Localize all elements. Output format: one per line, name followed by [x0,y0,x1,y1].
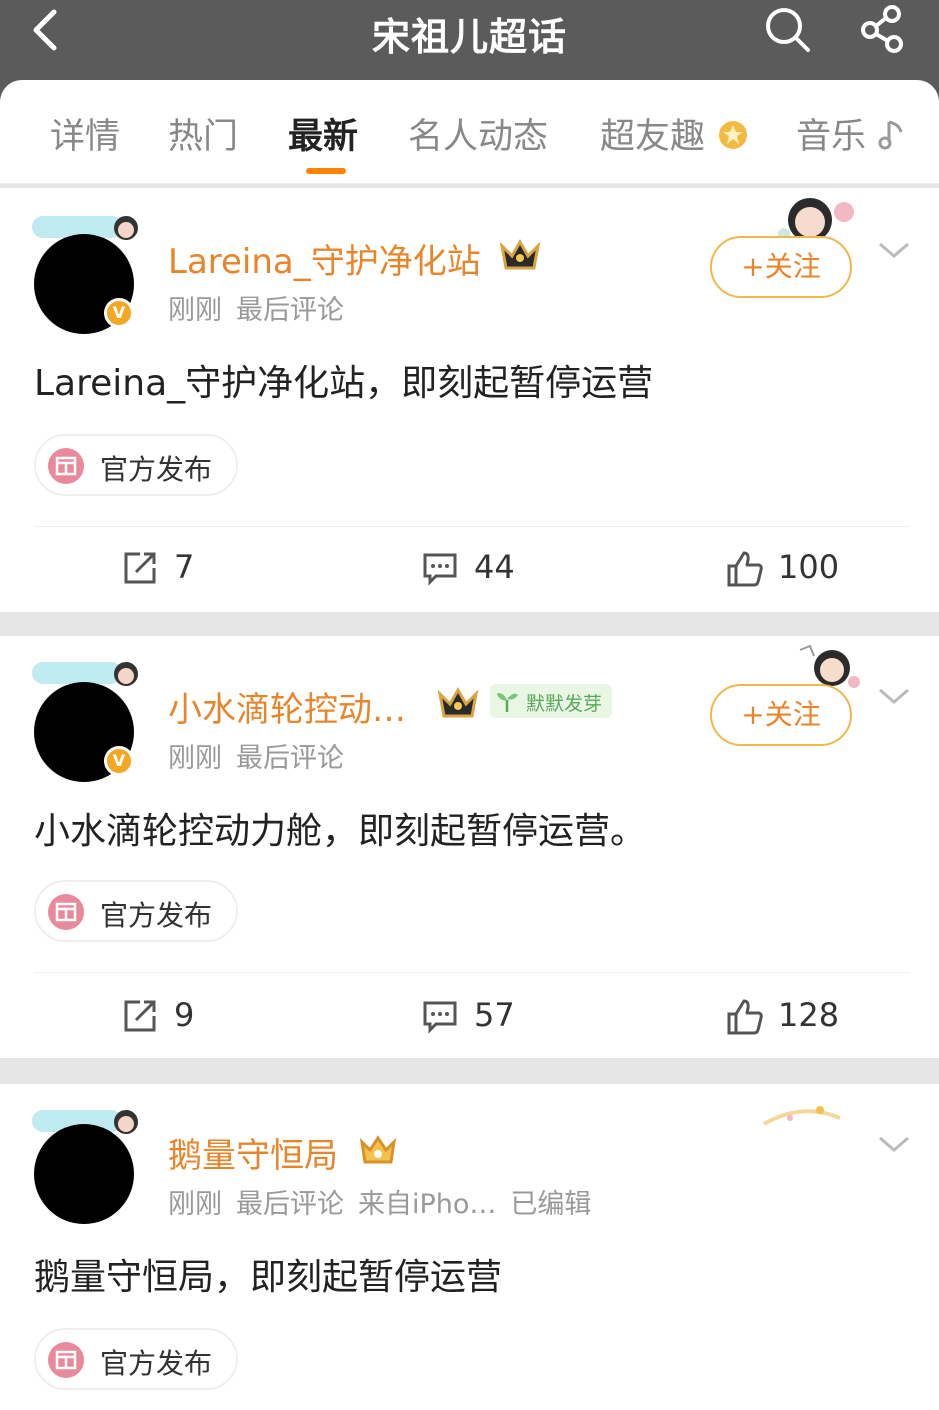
follow-button[interactable]: +关注 [710,684,852,746]
chevron-down-icon[interactable] [876,238,912,262]
tab-detail[interactable]: 详情 [50,108,120,159]
post-last-comment: 最后评论 [236,743,344,774]
comment-button[interactable]: 44 [422,548,562,588]
tab-super-fun[interactable]: 超友趣 [600,108,750,159]
official-tag-icon [48,1342,84,1378]
chevron-down-icon[interactable] [876,684,912,708]
comment-icon [423,553,457,586]
divider [34,972,910,973]
post-last-comment: 最后评论 [236,1189,344,1220]
tab-super-fun-label: 超友趣 [600,117,706,157]
repost-icon [124,1000,156,1032]
like-icon [727,999,763,1035]
tab-bar: 详情 热门 最新 名人动态 超友趣 音乐 [0,80,939,184]
tab-latest[interactable]: 最新 [288,108,358,159]
sprout-badge: 默默发芽 [490,684,612,718]
repost-button[interactable]: 9 [122,996,242,1036]
post-card: V 小水滴轮控动… 默默发芽 刚刚 最后评论 +关注 小水滴轮控动力舱，即刻起暂停… [0,636,939,1058]
share-icon[interactable] [856,4,908,54]
post-text: 小水滴轮控动力舱，即刻起暂停运营。 [34,811,647,852]
sprout-badge-label: 默默发芽 [526,693,603,715]
repost-icon [124,552,156,584]
verified-badge: V [104,298,134,328]
tag-label: 官方发布 [100,1347,213,1380]
post-text: 鹅量守恒局，即刻起暂停运营 [34,1257,503,1298]
repost-count: 7 [174,548,195,586]
username[interactable]: Lareina_守护净化站 [168,234,481,283]
tab-celebrity-updates[interactable]: 名人动态 [408,108,548,159]
repost-button[interactable]: 7 [122,548,242,588]
post-edited: 已编辑 [510,1189,592,1220]
comment-icon [423,1001,457,1034]
post-meta: 刚刚 最后评论 [168,288,358,327]
post-source: 来自iPho… [358,1189,497,1220]
username[interactable]: 小水滴轮控动… [168,682,406,731]
like-count: 128 [778,996,840,1034]
star-flower-icon [719,121,748,149]
post-time: 刚刚 [168,295,222,326]
sprout-icon [497,693,518,712]
post-time: 刚刚 [168,743,222,774]
chevron-down-icon[interactable] [876,1132,912,1156]
repost-count: 9 [174,996,195,1034]
like-button[interactable]: 128 [726,996,876,1036]
like-button[interactable]: 100 [726,548,876,588]
comment-count: 57 [474,996,515,1034]
tag-label: 官方发布 [100,453,213,486]
follow-button[interactable]: +关注 [710,236,852,298]
like-icon [727,551,763,587]
post-meta: 刚刚 最后评论 来自iPho… 已编辑 [168,1182,605,1221]
decorative-sticker [762,1106,841,1126]
post-time: 刚刚 [168,1189,222,1220]
comment-button[interactable]: 57 [422,996,562,1036]
divider [34,526,910,527]
post-text: Lareina_守护净化站，即刻起暂停运营 [34,363,654,404]
active-tab-indicator [306,168,346,174]
post-meta: 刚刚 最后评论 [168,736,358,775]
music-note-icon [878,120,903,150]
official-tag-icon [48,448,84,484]
official-tag-icon [48,894,84,930]
official-release-tag[interactable]: 官方发布 [34,1328,238,1390]
post-card: V Lareina_守护净化站 刚刚 最后评论 +关注 Lareina_守护净化站… [0,188,939,612]
verified-badge: V [104,746,134,776]
avatar[interactable] [34,1124,134,1224]
search-icon[interactable] [760,4,812,54]
post-card: 鹅量守恒局 刚刚 最后评论 来自iPho… 已编辑 鹅量守恒局，即刻起暂停运营 官方发… [0,1084,939,1410]
official-release-tag[interactable]: 官方发布 [34,880,238,942]
crown-icon [359,1135,397,1164]
username[interactable]: 鹅量守恒局 [168,1128,338,1177]
tab-music-label: 音乐 [796,117,867,157]
official-release-tag[interactable]: 官方发布 [34,434,238,496]
crown-icon [499,238,541,270]
tab-hot[interactable]: 热门 [168,108,238,159]
tag-label: 官方发布 [100,899,213,932]
like-count: 100 [778,548,840,586]
post-last-comment: 最后评论 [236,295,344,326]
tab-music[interactable]: 音乐 [796,108,907,159]
comment-count: 44 [474,548,515,586]
crown-icon [437,686,479,718]
